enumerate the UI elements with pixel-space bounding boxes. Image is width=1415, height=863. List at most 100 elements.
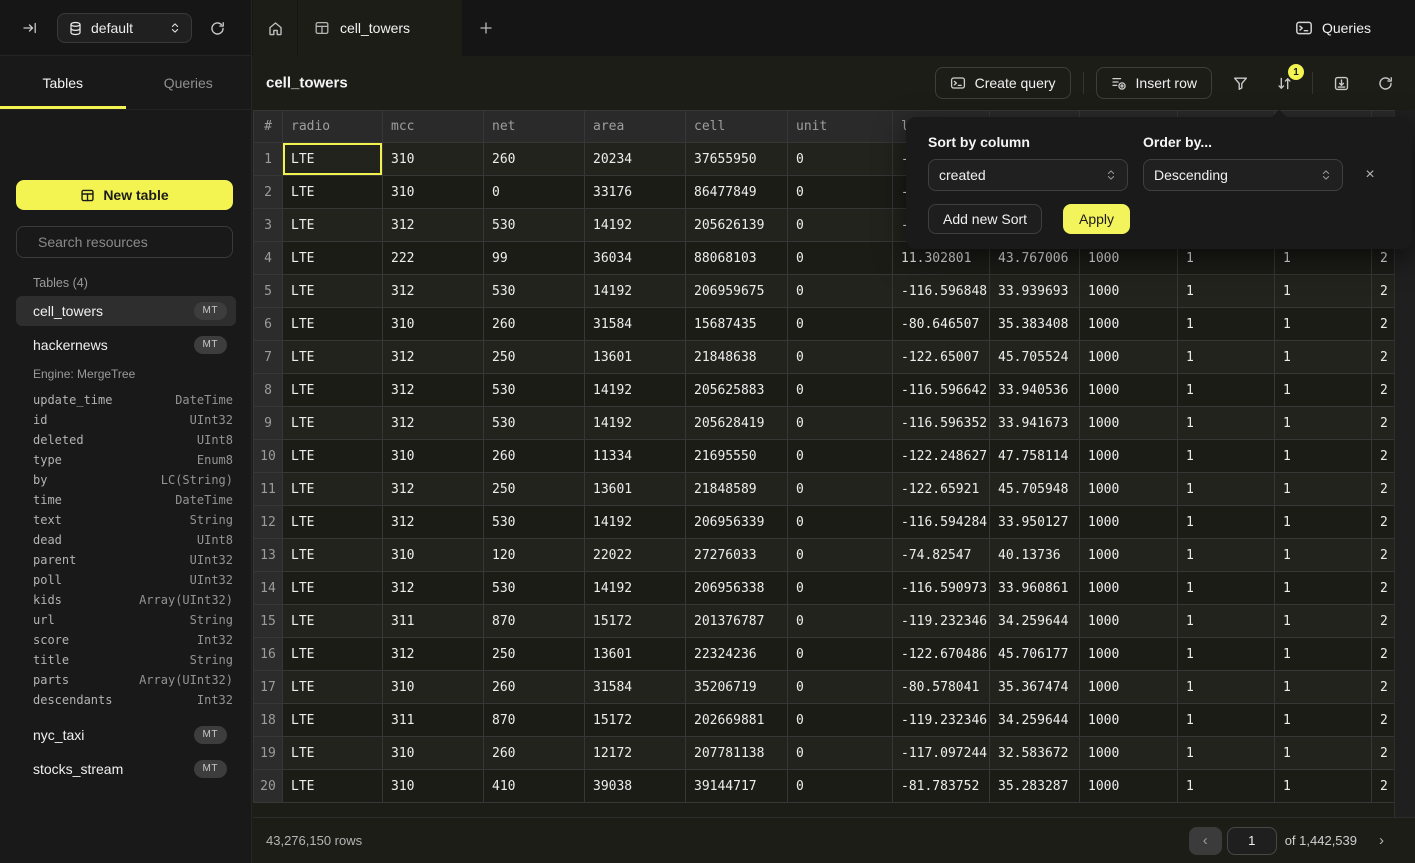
table-cell[interactable]: 1	[1178, 770, 1275, 803]
table-cell[interactable]: 206959675	[686, 275, 788, 308]
table-cell[interactable]: LTE	[283, 275, 383, 308]
table-cell[interactable]: LTE	[283, 506, 383, 539]
table-cell[interactable]: 222	[383, 242, 484, 275]
column-header[interactable]: #	[254, 111, 283, 143]
table-cell[interactable]: 2	[1372, 671, 1395, 704]
table-cell[interactable]: LTE	[283, 341, 383, 374]
table-cell[interactable]: 1	[1275, 737, 1372, 770]
table-cell[interactable]: 530	[484, 572, 585, 605]
table-cell[interactable]: 0	[788, 704, 893, 737]
row-number[interactable]: 13	[254, 539, 283, 572]
table-cell[interactable]: 1	[1178, 308, 1275, 341]
table-cell[interactable]: 13601	[585, 341, 686, 374]
table-cell[interactable]: 45.705524	[990, 341, 1080, 374]
table-cell[interactable]: 205628419	[686, 407, 788, 440]
table-cell[interactable]: 1	[1178, 473, 1275, 506]
row-number[interactable]: 20	[254, 770, 283, 803]
table-cell[interactable]: 870	[484, 605, 585, 638]
table-cell[interactable]: 47.758114	[990, 440, 1080, 473]
table-cell[interactable]: 31584	[585, 308, 686, 341]
table-cell[interactable]: 1	[1178, 704, 1275, 737]
table-cell[interactable]: 15687435	[686, 308, 788, 341]
table-cell[interactable]: -116.596352	[893, 407, 990, 440]
column-header[interactable]: radio	[283, 111, 383, 143]
table-cell[interactable]: 0	[788, 275, 893, 308]
table-cell[interactable]: LTE	[283, 770, 383, 803]
table-cell[interactable]: 1000	[1080, 308, 1178, 341]
table-cell[interactable]: 45.705948	[990, 473, 1080, 506]
row-number[interactable]: 5	[254, 275, 283, 308]
table-cell[interactable]: 2	[1372, 473, 1395, 506]
table-cell[interactable]: 1	[1275, 308, 1372, 341]
table-cell[interactable]: LTE	[283, 671, 383, 704]
table-cell[interactable]: 1	[1178, 341, 1275, 374]
table-cell[interactable]: -116.596642	[893, 374, 990, 407]
table-cell[interactable]: 1000	[1080, 605, 1178, 638]
table-cell[interactable]: 40.13736	[990, 539, 1080, 572]
refresh-table-button[interactable]	[1369, 67, 1401, 99]
table-cell[interactable]: 260	[484, 737, 585, 770]
table-cell[interactable]: 2	[1372, 275, 1395, 308]
next-page-button[interactable]: ›	[1373, 831, 1390, 850]
table-cell[interactable]: 2	[1372, 440, 1395, 473]
collapse-sidebar-button[interactable]	[16, 14, 44, 42]
table-cell[interactable]: 120	[484, 539, 585, 572]
table-cell[interactable]: 2	[1372, 572, 1395, 605]
table-cell[interactable]: 0	[788, 539, 893, 572]
table-cell[interactable]: 1	[1275, 407, 1372, 440]
table-cell[interactable]: 1	[1275, 506, 1372, 539]
table-cell[interactable]: 1	[1178, 506, 1275, 539]
table-cell[interactable]: 21848589	[686, 473, 788, 506]
table-cell[interactable]: 22022	[585, 539, 686, 572]
table-cell[interactable]: 207781138	[686, 737, 788, 770]
table-cell[interactable]: -116.590973	[893, 572, 990, 605]
table-cell[interactable]: 1	[1178, 539, 1275, 572]
table-cell[interactable]: 2	[1372, 407, 1395, 440]
table-cell[interactable]: 1000	[1080, 473, 1178, 506]
table-cell[interactable]: 1	[1178, 275, 1275, 308]
database-selector[interactable]: default	[57, 13, 192, 43]
table-cell[interactable]: 0	[788, 605, 893, 638]
table-cell[interactable]: -80.646507	[893, 308, 990, 341]
table-cell[interactable]: 0	[484, 176, 585, 209]
table-cell[interactable]: 0	[788, 308, 893, 341]
tab-cell-towers[interactable]: cell_towers	[298, 0, 462, 56]
table-cell[interactable]: -117.097244	[893, 737, 990, 770]
table-cell[interactable]: 311	[383, 605, 484, 638]
table-cell[interactable]: LTE	[283, 440, 383, 473]
table-cell[interactable]: LTE	[283, 308, 383, 341]
table-cell[interactable]: 22324236	[686, 638, 788, 671]
table-cell[interactable]: 11334	[585, 440, 686, 473]
table-cell[interactable]: 0	[788, 374, 893, 407]
table-cell[interactable]: 310	[383, 440, 484, 473]
table-cell[interactable]: 35.383408	[990, 308, 1080, 341]
column-header[interactable]: area	[585, 111, 686, 143]
table-cell[interactable]: 36034	[585, 242, 686, 275]
table-cell[interactable]: 530	[484, 275, 585, 308]
table-cell[interactable]: 312	[383, 506, 484, 539]
table-cell[interactable]: 1000	[1080, 638, 1178, 671]
table-cell[interactable]: 1000	[1080, 539, 1178, 572]
table-cell[interactable]: LTE	[283, 473, 383, 506]
table-cell[interactable]: 1000	[1080, 275, 1178, 308]
table-cell[interactable]: 2	[1372, 704, 1395, 737]
table-cell[interactable]: 0	[788, 341, 893, 374]
table-cell[interactable]: 260	[484, 440, 585, 473]
table-cell[interactable]: 2	[1372, 341, 1395, 374]
table-cell[interactable]: 0	[788, 671, 893, 704]
column-header[interactable]: unit	[788, 111, 893, 143]
table-cell[interactable]: 250	[484, 341, 585, 374]
table-cell[interactable]: LTE	[283, 407, 383, 440]
table-cell[interactable]: 312	[383, 341, 484, 374]
add-new-sort-button[interactable]: Add new Sort	[928, 204, 1042, 234]
table-cell[interactable]: LTE	[283, 737, 383, 770]
table-cell[interactable]: 12172	[585, 737, 686, 770]
table-cell[interactable]: 1	[1275, 539, 1372, 572]
table-cell[interactable]: 2	[1372, 737, 1395, 770]
table-cell[interactable]: 1	[1178, 374, 1275, 407]
table-cell[interactable]: 530	[484, 506, 585, 539]
table-cell[interactable]: 33.939693	[990, 275, 1080, 308]
table-cell[interactable]: 1000	[1080, 374, 1178, 407]
table-cell[interactable]: 0	[788, 473, 893, 506]
table-cell[interactable]: -116.594284	[893, 506, 990, 539]
